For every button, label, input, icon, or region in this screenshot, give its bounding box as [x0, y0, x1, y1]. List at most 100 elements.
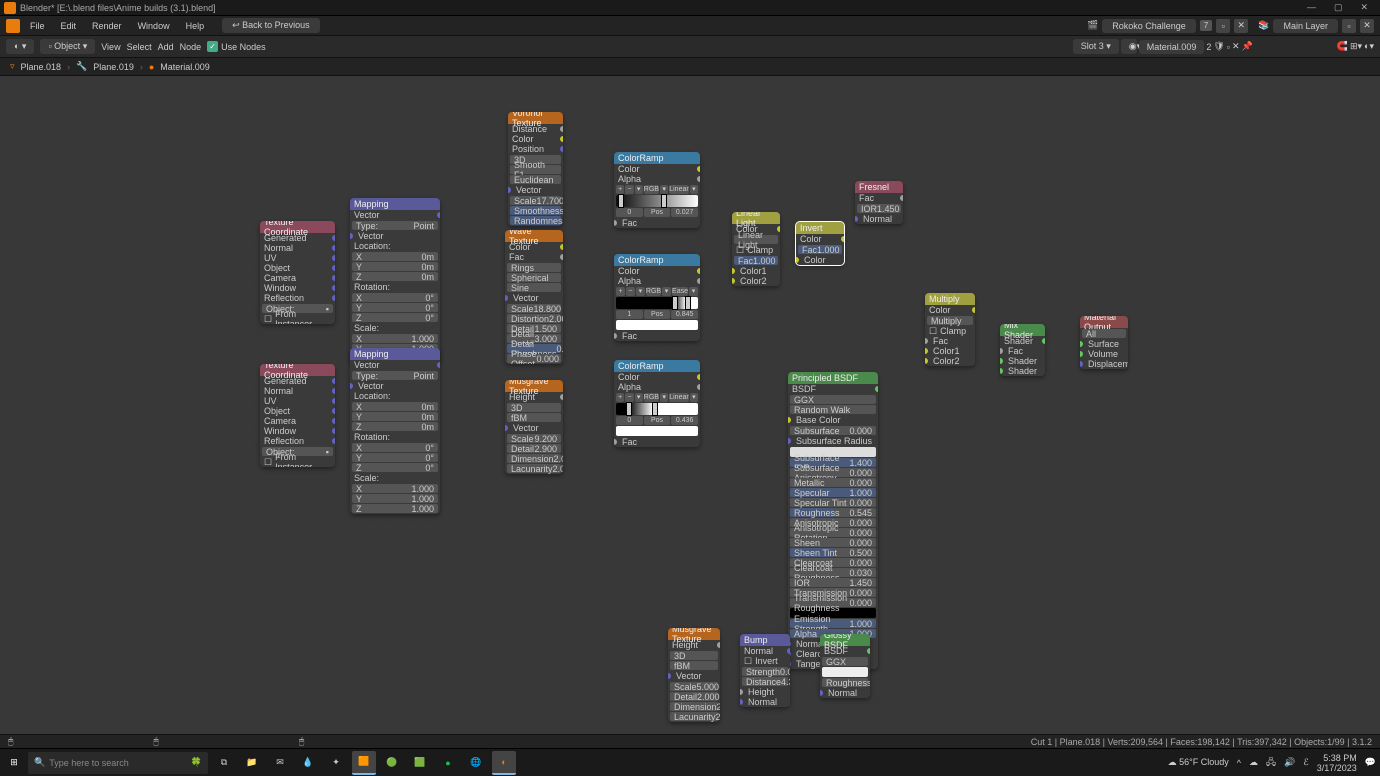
node-voronoi-texture[interactable]: Voronoi Texture Distance Color Position … — [508, 112, 563, 226]
spotify-icon[interactable]: ● — [436, 751, 460, 775]
node-invert[interactable]: Invert Color Fac1.000 Color — [796, 222, 844, 265]
overlay-button[interactable]: ⊞▾ — [1350, 41, 1362, 52]
shading-button[interactable]: ◐▾ — [1364, 41, 1374, 52]
viewlayer-selector[interactable]: Main Layer — [1273, 19, 1338, 33]
status-bar: 🖱 🖱 🖱 Cut 1 | Plane.018 | Verts:209,564 … — [0, 734, 1380, 748]
notification-icon[interactable]: 💬 — [1365, 757, 1376, 768]
mouse-icon-3: 🖱 — [299, 736, 304, 747]
node-mix-linear-light[interactable]: Linear Light Color Linear Light ☐Clamp F… — [732, 212, 780, 286]
snap-button[interactable]: 🧲 — [1337, 41, 1348, 52]
app-icon-2[interactable]: ✦ — [324, 751, 348, 775]
new-scene-button[interactable]: ▫ — [1216, 19, 1230, 33]
material-icon: ● — [149, 62, 154, 72]
node-texture-coordinate-2[interactable]: Texture Coordinate Generated Normal UV O… — [260, 364, 335, 467]
scene-selector[interactable]: Rokoko Challenge — [1102, 19, 1196, 33]
window-title: Blender* [E:\.blend files\Anime builds (… — [20, 3, 216, 13]
header-view[interactable]: View — [101, 42, 120, 52]
weather-widget[interactable]: ☁ 56°F Cloudy — [1168, 757, 1229, 768]
node-links — [0, 76, 300, 226]
node-colorramp-3[interactable]: ColorRamp Color Alpha +−▾RGB▾Linear▾ 0Po… — [614, 360, 700, 447]
menu-bar: File Edit Render Window Help ↩ Back to P… — [0, 16, 1380, 36]
pin-button[interactable]: 📌 — [1242, 41, 1253, 52]
node-wave-texture[interactable]: Wave Texture Color Fac Rings Spherical S… — [505, 230, 563, 364]
volume-icon[interactable]: 🔊 — [1284, 757, 1295, 768]
breadcrumb: ▿ Plane.018 › 🔧 Plane.019 › ● Material.0… — [0, 58, 1380, 76]
blender-icon[interactable] — [6, 19, 20, 33]
modifier-icon: 🔧 — [76, 61, 87, 72]
tray-chevron-icon[interactable]: ^ — [1237, 758, 1241, 768]
start-button[interactable]: ⊞ — [4, 753, 24, 773]
object-icon: ▿ — [10, 61, 15, 72]
layer-icon: 📚 — [1258, 20, 1269, 31]
material-name-field[interactable]: Material.009 — [1139, 40, 1205, 54]
node-mapping-2[interactable]: Mapping Vector Type:Point Vector Locatio… — [350, 348, 440, 514]
app-icon-3[interactable]: 🟧 — [352, 751, 376, 775]
node-editor-canvas[interactable]: Texture Coordinate Generated Normal UV O… — [0, 76, 1380, 734]
title-bar: Blender* [E:\.blend files\Anime builds (… — [0, 0, 1380, 16]
task-view-button[interactable]: ⧉ — [212, 751, 236, 775]
fake-user-button[interactable]: 🛡 — [1213, 41, 1224, 52]
close-button[interactable]: ✕ — [1360, 2, 1368, 13]
menu-edit[interactable]: Edit — [55, 19, 83, 33]
browser-icon[interactable]: 🌐 — [464, 751, 488, 775]
taskbar-search[interactable]: 🔍 Type here to search 🍀 — [28, 752, 208, 774]
use-nodes-checkbox[interactable]: ✓Use Nodes — [207, 41, 266, 52]
scene-icon: 🎬 — [1087, 20, 1098, 31]
node-bump[interactable]: Bump Normal ☐Invert Strength0.055 Distan… — [740, 634, 790, 707]
editor-type-dropdown[interactable]: ◐ ▾ — [6, 39, 34, 54]
new-layer-button[interactable]: ▫ — [1342, 19, 1356, 33]
menu-window[interactable]: Window — [132, 19, 176, 33]
node-editor-header: ◐ ▾ ▫ Object ▾ View Select Add Node ✓Use… — [0, 36, 1380, 58]
onedrive-icon[interactable]: ☁ — [1249, 757, 1258, 768]
node-texture-coordinate-1[interactable]: Texture Coordinate Generated Normal UV O… — [260, 221, 335, 324]
app-icon-1[interactable]: 💧 — [296, 751, 320, 775]
mail-icon[interactable]: ✉ — [268, 751, 292, 775]
unlink-material-button[interactable]: ✕ — [1232, 41, 1240, 52]
node-fresnel[interactable]: Fresnel Fac IOR1.450 Normal — [855, 181, 903, 224]
menu-file[interactable]: File — [24, 19, 51, 33]
header-select[interactable]: Select — [127, 42, 152, 52]
app-icon-5[interactable]: 🟩 — [408, 751, 432, 775]
node-glossy-bsdf[interactable]: Glossy BSDF BSDF GGX Roughness0.000 Norm… — [820, 634, 870, 698]
minimize-button[interactable]: — — [1307, 2, 1316, 13]
network-icon[interactable]: 🖧 — [1266, 755, 1276, 771]
header-add[interactable]: Add — [158, 42, 174, 52]
material-users-badge: 2 — [1206, 42, 1211, 52]
app-icon-4[interactable]: 🟢 — [380, 751, 404, 775]
breadcrumb-material[interactable]: Material.009 — [160, 62, 210, 72]
blender-taskbar-icon[interactable]: ◐ — [492, 751, 516, 775]
header-node[interactable]: Node — [180, 42, 202, 52]
windows-taskbar: ⊞ 🔍 Type here to search 🍀 ⧉ 📁 ✉ 💧 ✦ 🟧 🟢 … — [0, 748, 1380, 776]
node-musgrave-texture-1[interactable]: Musgrave Texture Height 3D fBM Vector Sc… — [505, 380, 563, 474]
node-musgrave-texture-2[interactable]: Musgrave Texture Height 3D fBM Vector Sc… — [668, 628, 720, 722]
language-icon[interactable]: ℰ — [1303, 757, 1308, 768]
menu-help[interactable]: Help — [180, 19, 211, 33]
window-buttons: — ▢ ✕ — [1307, 2, 1376, 13]
breadcrumb-object-b[interactable]: Plane.019 — [93, 62, 134, 72]
taskbar-clock[interactable]: 5:38 PM 3/17/2023 — [1317, 753, 1357, 773]
mouse-icon: 🖱 — [8, 736, 13, 747]
back-to-previous-button[interactable]: ↩ Back to Previous — [222, 18, 320, 33]
node-colorramp-1[interactable]: ColorRamp Color Alpha +−▾RGB▾Linear▾ 0Po… — [614, 152, 700, 228]
delete-layer-button[interactable]: ✕ — [1360, 19, 1374, 33]
menu-render[interactable]: Render — [86, 19, 128, 33]
slot-dropdown[interactable]: Slot 3 ▾ — [1073, 39, 1119, 54]
file-explorer-icon[interactable]: 📁 — [240, 751, 264, 775]
search-icon: 🔍 — [34, 757, 45, 768]
delete-scene-button[interactable]: ✕ — [1234, 19, 1248, 33]
scene-stats: Cut 1 | Plane.018 | Verts:209,564 | Face… — [1031, 737, 1372, 747]
node-material-output[interactable]: Material Output All Surface Volume Displ… — [1080, 316, 1128, 369]
node-mix-shader[interactable]: Mix Shader Shader Fac Shader Shader — [1000, 324, 1045, 376]
maximize-button[interactable]: ▢ — [1334, 2, 1343, 13]
mode-dropdown[interactable]: ▫ Object ▾ — [40, 39, 95, 54]
node-mapping-1[interactable]: Mapping Vector Type:Point Vector Locatio… — [350, 198, 440, 364]
material-browse-button[interactable]: ◉▾ — [1121, 39, 1137, 54]
new-material-button[interactable]: ▫ — [1227, 42, 1230, 52]
blender-logo-icon — [4, 2, 16, 14]
breadcrumb-object-a[interactable]: Plane.018 — [21, 62, 62, 72]
scene-users-badge: 7 — [1200, 20, 1212, 31]
mouse-icon-2: 🖱 — [153, 736, 158, 747]
node-colorramp-2[interactable]: ColorRamp Color Alpha +−▾RGB▾Ease▾ 1Pos0… — [614, 254, 700, 341]
node-principled-bsdf[interactable]: Principled BSDF BSDF GGX Random Walk Bas… — [788, 372, 878, 669]
node-mix-multiply[interactable]: Multiply Color Multiply ☐Clamp Fac Color… — [925, 293, 975, 366]
